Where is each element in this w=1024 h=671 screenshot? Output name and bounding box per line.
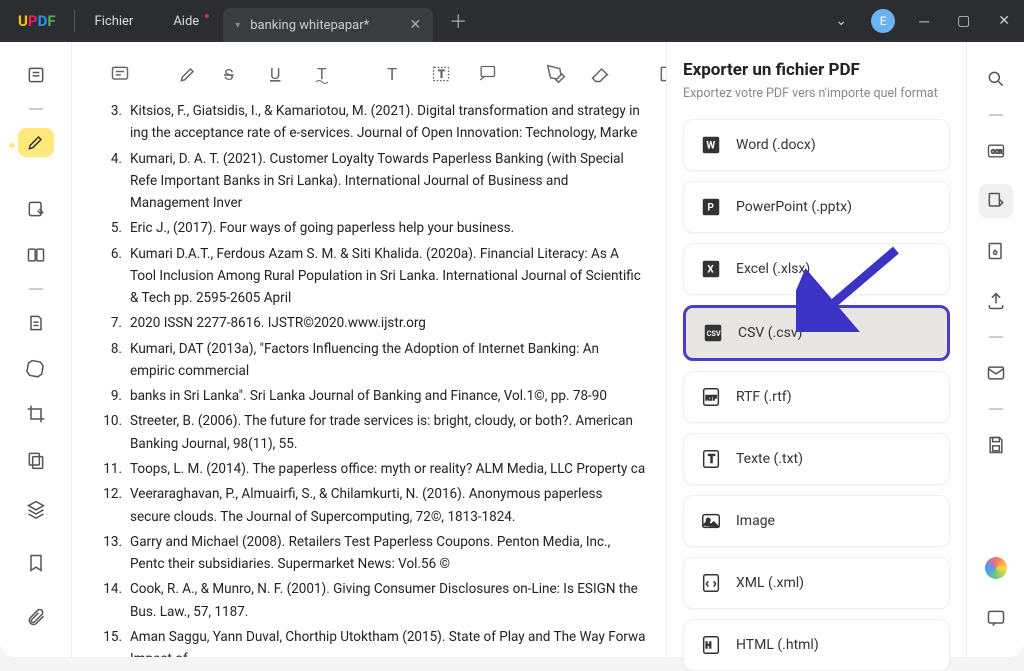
html-icon: H [700,634,722,656]
chat-icon[interactable] [979,601,1013,635]
reference-item: 4.Kumari, D. A. T. (2021). Customer Loya… [102,148,646,215]
export-option-csv[interactable]: CSV CSV (.csv) [683,305,950,361]
txt-icon: T [700,448,722,470]
export-option-image[interactable]: Image [683,495,950,547]
export-option-powerpoint[interactable]: P PowerPoint (.pptx) [683,181,950,233]
ocr-icon[interactable]: OCR [979,134,1013,168]
svg-text:H: H [706,641,712,651]
window-close-button[interactable]: ✕ [984,13,1024,29]
left-sidebar [0,42,72,657]
crop-tool[interactable] [18,399,54,429]
export-option-label: Excel (.xlsx) [736,261,810,277]
reference-item: 10.Streeter, B. (2006). The future for t… [102,410,646,455]
form-tool[interactable] [18,308,54,338]
reference-item: 3.Kitsios, F., Giatsidis, I., & Kamariot… [102,100,646,145]
reference-item: 12.Veeraraghavan, P., Almuairfi, S., & C… [102,483,646,528]
menu-help[interactable]: Aide [153,14,219,29]
tab-close-icon[interactable]: ✕ [395,17,421,33]
window-maximize-button[interactable]: ▢ [943,13,984,29]
svg-text:CSV: CSV [707,329,721,338]
email-icon[interactable] [979,356,1013,390]
svg-text:X: X [707,265,714,276]
export-option-txt[interactable]: T Texte (.txt) [683,433,950,485]
share-icon[interactable] [979,284,1013,318]
window-minimize-button[interactable]: ─ [905,13,943,30]
export-panel-subtitle: Exportez votre PDF vers n'importe quel f… [683,86,950,101]
export-option-label: CSV (.csv) [738,325,803,341]
export-option-word[interactable]: W Word (.docx) [683,119,950,171]
export-option-label: PowerPoint (.pptx) [736,199,852,215]
reference-item: 9.banks in Sri Lanka". Sri Lanka Journal… [102,385,646,407]
svg-text:W: W [706,141,715,152]
titlebar: UPDF Fichier Aide ▾ banking whitepapar* … [0,0,1024,42]
protect-icon[interactable] [979,234,1013,268]
csv-icon: CSV [702,322,724,344]
tab-title: banking whitepapar* [250,18,369,33]
svg-text:T: T [708,453,715,466]
new-tab-button[interactable]: ＋ [433,8,483,34]
layers-tool[interactable] [18,491,54,527]
reference-item: 13.Garry and Michael (2008). Retailers T… [102,531,646,576]
export-option-label: Texte (.txt) [736,451,803,467]
export-option-html[interactable]: H HTML (.html) [683,619,950,671]
bookmark-tool[interactable] [18,545,54,581]
export-panel: Exporter un fichier PDF Exportez votre P… [666,42,966,657]
reference-item: 7.2020 ISSN 2277-8616. IJSTR©2020.www.ij… [102,312,646,334]
batch-tool[interactable] [18,445,54,475]
highlight-tool[interactable] [18,128,54,158]
reference-item: 6.Kumari D.A.T., Ferdous Azam S. M. & Si… [102,243,646,310]
export-option-rtf[interactable]: RTF RTF (.rtf) [683,371,950,423]
export-option-label: Word (.docx) [736,137,816,153]
page-tool[interactable] [18,240,54,270]
powerpoint-icon: P [700,196,722,218]
tab-dropdown-icon[interactable]: ⌄ [821,13,861,29]
attachment-tool[interactable] [18,599,54,635]
ai-assistant-icon[interactable] [979,551,1013,585]
svg-text:RTF: RTF [706,394,718,402]
word-icon: W [700,134,722,156]
document-tab[interactable]: ▾ banking whitepapar* ✕ [223,8,433,42]
reference-item: 14.Cook, R. A., & Munro, N. F. (2001). G… [102,578,646,623]
export-panel-title: Exporter un fichier PDF [683,60,950,80]
save-icon[interactable] [979,428,1013,462]
reference-item: 11.Toops, L. M. (2014). The paperless of… [102,458,646,480]
export-option-label: Image [736,513,775,529]
export-option-label: HTML (.html) [736,637,819,653]
right-sidebar: OCR [966,42,1024,657]
svg-text:OCR: OCR [991,150,1003,156]
export-option-xml[interactable]: XML (.xml) [683,557,950,609]
reference-item: 15.Aman Saggu, Yann Duval, Chorthip Utok… [102,626,646,657]
export-option-label: RTF (.rtf) [736,389,792,405]
svg-text:P: P [707,203,714,214]
excel-icon: X [700,258,722,280]
xml-icon [700,572,722,594]
export-option-excel[interactable]: X Excel (.xlsx) [683,243,950,295]
export-option-label: XML (.xml) [736,575,804,591]
user-avatar[interactable]: E [871,9,895,33]
rtf-icon: RTF [700,386,722,408]
search-icon[interactable] [979,62,1013,96]
menu-file[interactable]: Fichier [75,14,154,29]
redact-tool[interactable] [18,354,54,384]
reader-tool[interactable] [18,60,54,90]
image-icon [700,510,722,532]
app-logo: UPDF [0,12,74,30]
document-view: 3.Kitsios, F., Giatsidis, I., & Kamariot… [72,42,666,657]
edit-tool[interactable] [18,194,54,224]
convert-icon[interactable] [979,184,1013,218]
reference-item: 5.Eric J., (2017). Four ways of going pa… [102,217,646,239]
reference-item: 8.Kumari, DAT (2013a), "Factors Influenc… [102,338,646,383]
unsaved-indicator-icon: ▾ [235,20,240,31]
